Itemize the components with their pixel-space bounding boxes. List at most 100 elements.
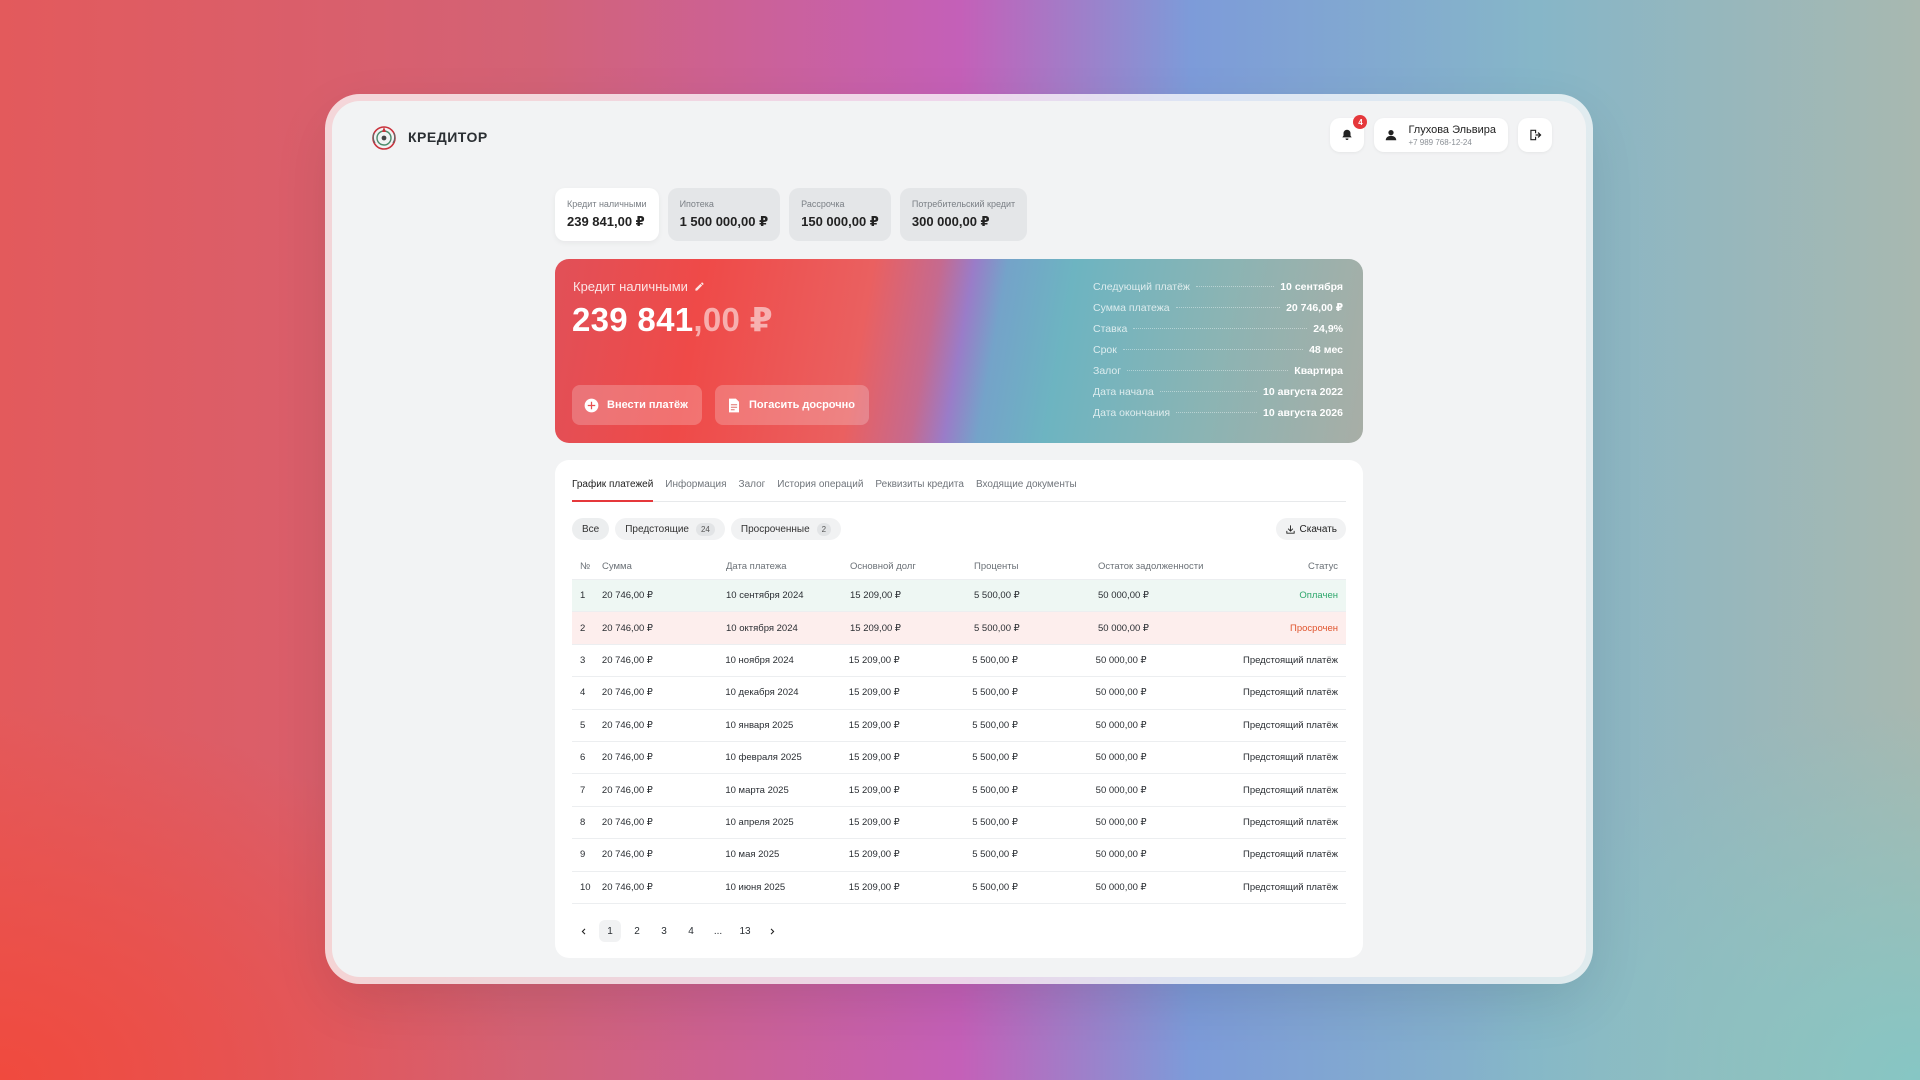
cell-date: 10 февраля 2025 (725, 752, 802, 764)
loan-tab-mortgage[interactable]: Ипотека 1 500 000,00 ₽ (667, 188, 781, 241)
plus-circle-icon (584, 398, 599, 412)
filter-upcoming-count: 24 (695, 522, 715, 536)
page-13[interactable]: 13 (734, 920, 756, 942)
cell-number: 6 (580, 752, 586, 764)
loan-product-tabs: Кредит наличными 239 841,00 ₽ Ипотека 1 … (555, 188, 1028, 241)
tab-operations-history[interactable]: История операций (777, 478, 863, 502)
page-3[interactable]: 3 (653, 920, 675, 942)
cell-principal: 15 209,00 ₽ (850, 590, 901, 602)
cell-interest: 5 500,00 ₽ (974, 590, 1020, 602)
loan-tab-cash[interactable]: Кредит наличными 239 841,00 ₽ (555, 188, 659, 241)
cell-interest: 5 500,00 ₽ (972, 816, 1018, 828)
cell-number: 7 (580, 784, 586, 796)
cell-date: 10 октября 2024 (726, 622, 798, 634)
tab-payment-schedule[interactable]: График платежей (572, 478, 654, 502)
table-row[interactable]: 9 20 746,00 ₽ 10 мая 2025 15 209,00 ₽ 5 500,… (572, 839, 1346, 872)
filter-all[interactable]: Все (572, 518, 610, 540)
tab-collateral[interactable]: Залог (739, 478, 766, 502)
download-button[interactable]: Скачать (1275, 518, 1346, 540)
detail-row: Срок 48 мес (1093, 344, 1343, 365)
table-row[interactable]: 3 20 746,00 ₽ 10 ноября 2024 15 209,00 ₽ 5 5… (572, 645, 1346, 678)
cell-principal: 15 209,00 ₽ (848, 881, 900, 893)
download-label: Скачать (1299, 523, 1338, 535)
loan-tab-label: Рассрочка (801, 199, 845, 209)
detail-row: Ставка 24,9% (1093, 323, 1343, 344)
section-tabs: График платежей Информация Залог История… (572, 478, 1346, 502)
loan-tab-amount: 300 000,00 ₽ (911, 214, 990, 229)
download-icon (1285, 524, 1295, 534)
pagination: 1 2 3 4 ... 13 (572, 920, 783, 942)
brand-logo[interactable]: КРЕДИТОР (368, 121, 488, 153)
loan-balance-int: 239 841 (572, 301, 694, 338)
cell-status: Предстоящий платёж (1243, 654, 1338, 666)
make-payment-button[interactable]: Внести платёж (572, 385, 702, 425)
detail-value: 10 августа 2022 (1263, 386, 1343, 398)
cell-remaining: 50 000,00 ₽ (1098, 590, 1149, 602)
cell-interest: 5 500,00 ₽ (972, 687, 1018, 699)
col-remaining: Остаток задолженности (1098, 561, 1204, 572)
page-2[interactable]: 2 (626, 920, 648, 942)
cell-amount: 20 746,00 ₽ (601, 752, 653, 764)
cell-amount: 20 746,00 ₽ (601, 719, 653, 731)
prev-page-button[interactable] (572, 920, 594, 942)
loan-tab-consumer[interactable]: Потребительский кредит 300 000,00 ₽ (899, 188, 1028, 241)
table-row[interactable]: 7 20 746,00 ₽ 10 марта 2025 15 209,00 ₽ 5 50… (572, 774, 1346, 807)
cell-principal: 15 209,00 ₽ (848, 849, 900, 861)
tab-incoming-documents[interactable]: Входящие документы (976, 478, 1077, 502)
user-name: Глухова Эльвира (1408, 123, 1496, 136)
cell-status: Просрочен (1290, 622, 1338, 634)
tab-information[interactable]: Информация (665, 478, 726, 502)
cell-date: 10 июня 2025 (725, 881, 786, 893)
table-row[interactable]: 8 20 746,00 ₽ 10 апреля 2025 15 209,00 ₽ 5 5… (572, 807, 1346, 840)
detail-value: 20 746,00 ₽ (1286, 302, 1343, 314)
make-payment-label: Внести платёж (607, 399, 688, 411)
document-icon (729, 398, 739, 412)
cell-remaining: 50 000,00 ₽ (1095, 687, 1147, 699)
cell-number: 2 (580, 622, 586, 634)
user-profile-button[interactable]: Глухова Эльвира +7 989 768-12-24 (1374, 118, 1508, 152)
table-row[interactable]: 4 20 746,00 ₽ 10 декабря 2024 15 209,00 ₽ 5 … (572, 677, 1346, 710)
col-principal: Основной долг (850, 561, 916, 572)
table-row[interactable]: 2 20 746,00 ₽ 10 октября 2024 15 209,00 ₽ 5 … (572, 612, 1346, 645)
loan-title: Кредит наличными (573, 279, 705, 294)
table-row[interactable]: 10 20 746,00 ₽ 10 июня 2025 15 209,00 ₽ 5 50… (572, 872, 1346, 904)
early-repayment-button[interactable]: Погасить досрочно (715, 385, 869, 425)
detail-row: Сумма платежа 20 746,00 ₽ (1093, 302, 1343, 323)
filter-upcoming[interactable]: Предстоящие 24 (615, 518, 725, 540)
notifications-button[interactable]: 4 (1330, 115, 1368, 152)
table-row[interactable]: 1 20 746,00 ₽ 10 сентября 2024 15 209,00 ₽ 5… (572, 580, 1346, 613)
cell-number: 1 (580, 590, 586, 602)
page-4[interactable]: 4 (680, 920, 702, 942)
edit-pencil-icon[interactable] (694, 281, 705, 292)
cell-amount: 20 746,00 ₽ (601, 784, 653, 796)
loan-title-text: Кредит наличными (573, 279, 688, 294)
filter-overdue[interactable]: Просроченные 2 (730, 518, 842, 540)
cell-remaining: 50 000,00 ₽ (1095, 752, 1147, 764)
cell-remaining: 50 000,00 ₽ (1095, 719, 1147, 731)
cell-amount: 20 746,00 ₽ (601, 849, 653, 861)
col-status: Статус (1307, 561, 1338, 572)
cell-amount: 20 746,00 ₽ (601, 816, 653, 828)
tab-loan-details[interactable]: Реквизиты кредита (875, 478, 964, 502)
detail-value: 10 сентября (1280, 281, 1343, 293)
schedule-filters: Все Предстоящие 24 Просроченные 2 (572, 518, 842, 540)
filter-upcoming-label: Предстоящие (625, 523, 689, 535)
loan-tab-installment[interactable]: Рассрочка 150 000,00 ₽ (789, 188, 891, 241)
payment-schedule-table: № Сумма Дата платежа Основной долг Проце… (572, 554, 1346, 904)
table-row[interactable]: 5 20 746,00 ₽ 10 января 2025 15 209,00 ₽ 5 5… (572, 710, 1346, 742)
loan-tab-amount: 1 500 000,00 ₽ (679, 214, 769, 229)
cell-principal: 15 209,00 ₽ (848, 752, 900, 764)
col-number: № (580, 561, 591, 572)
page-ellipsis: ... (713, 925, 723, 937)
filter-overdue-count: 2 (816, 522, 832, 536)
chevron-right-icon (770, 928, 774, 934)
next-page-button[interactable] (761, 920, 783, 942)
logout-button[interactable] (1518, 118, 1552, 152)
detail-label: Следующий платёж (1093, 281, 1190, 293)
cell-principal: 15 209,00 ₽ (848, 784, 900, 796)
table-row[interactable]: 6 20 746,00 ₽ 10 февраля 2025 15 209,00 ₽ 5 … (572, 742, 1346, 775)
cell-interest: 5 500,00 ₽ (972, 849, 1018, 861)
page-1[interactable]: 1 (599, 920, 621, 942)
cell-amount: 20 746,00 ₽ (601, 881, 653, 893)
loan-summary-card: Кредит наличными 239 841,00 ₽ Внести пла… (555, 259, 1363, 443)
